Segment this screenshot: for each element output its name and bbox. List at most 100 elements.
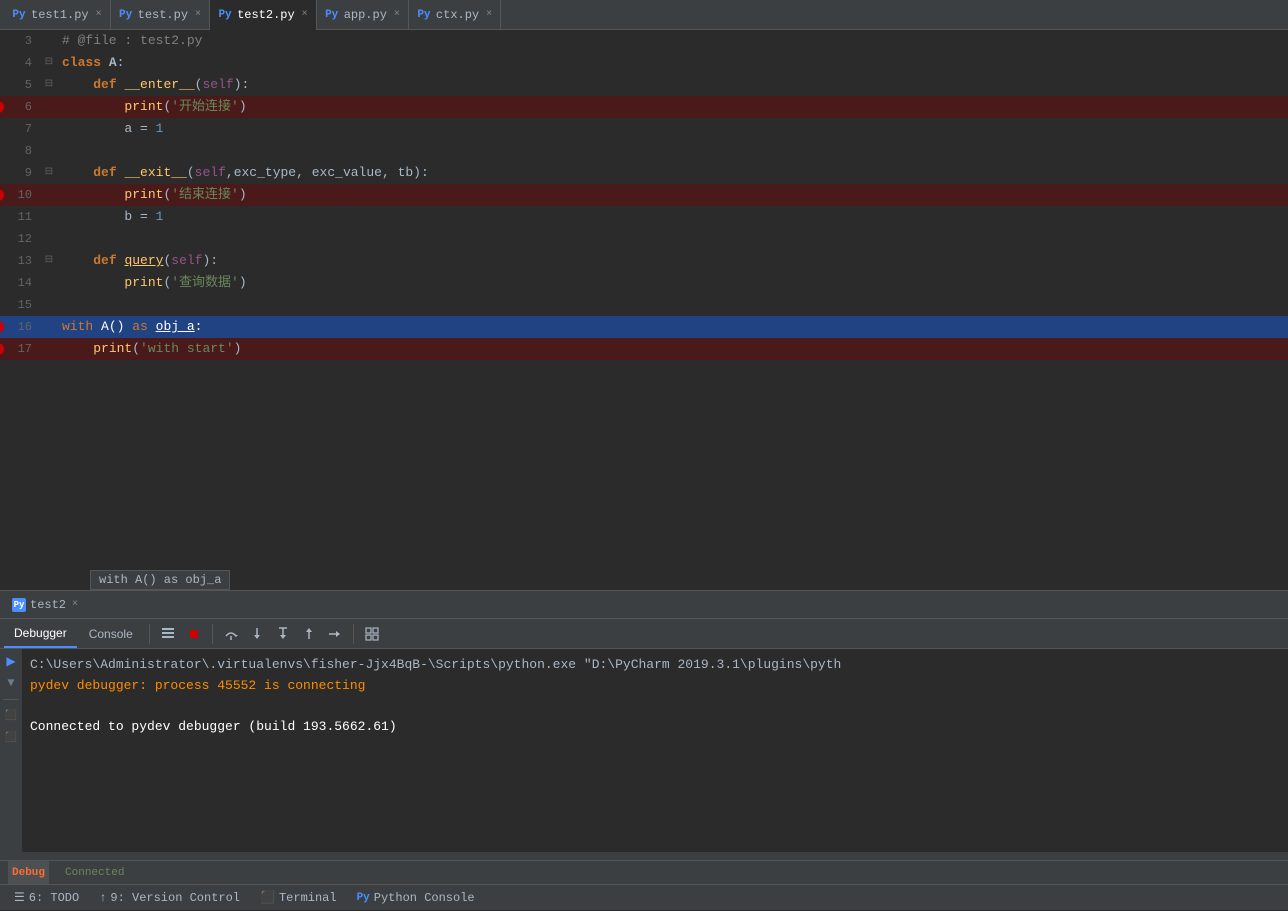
status-left: Debug Connected bbox=[8, 861, 128, 885]
tab-label: test.py bbox=[138, 8, 188, 22]
fold-gutter bbox=[40, 118, 58, 140]
stop-button[interactable] bbox=[182, 622, 206, 646]
line-number: 3 bbox=[0, 30, 40, 52]
terminal-tab[interactable]: ⬛ Terminal bbox=[250, 885, 347, 911]
line-code: def query(self): bbox=[58, 250, 1288, 272]
status-bar: Debug Connected bbox=[0, 860, 1288, 884]
terminal-icon: ⬛ bbox=[260, 890, 275, 905]
line-number: 11 bbox=[0, 206, 40, 228]
table-row: 14 print('查询数据') bbox=[0, 272, 1288, 294]
python-console-tab[interactable]: Py Python Console bbox=[347, 885, 485, 911]
resume-icon[interactable]: ▶ bbox=[3, 653, 19, 669]
table-row: 7 a = 1 bbox=[0, 118, 1288, 140]
line-number: 17 bbox=[0, 338, 40, 360]
debug-status[interactable]: Debug bbox=[8, 861, 49, 885]
table-row: 8 bbox=[0, 140, 1288, 162]
line-code: with A() as obj_a: bbox=[58, 316, 1288, 338]
line-code bbox=[58, 140, 1288, 162]
line-code bbox=[58, 228, 1288, 250]
console-line: pydev debugger: process 45552 is connect… bbox=[30, 676, 1280, 697]
table-row: 16 with A() as obj_a: bbox=[0, 316, 1288, 338]
sidebar-icon4[interactable]: ⬛ bbox=[3, 730, 19, 746]
evaluate-button[interactable] bbox=[360, 622, 384, 646]
terminal-label: Terminal bbox=[279, 891, 337, 905]
fold-gutter: ⊟ bbox=[40, 74, 58, 96]
horizontal-scrollbar[interactable] bbox=[0, 852, 1288, 860]
line-number: 14 bbox=[0, 272, 40, 294]
line-code: def __exit__(self,exc_type, exc_value, t… bbox=[58, 162, 1288, 184]
tab-close-icon[interactable]: × bbox=[486, 9, 492, 20]
table-row: 15 bbox=[0, 294, 1288, 316]
table-row bbox=[0, 360, 1288, 382]
toolbar-separator bbox=[149, 624, 150, 644]
console-line: C:\Users\Administrator\.virtualenvs\fish… bbox=[30, 655, 1280, 676]
toolbar-separator3 bbox=[353, 624, 354, 644]
line-number: 15 bbox=[0, 294, 40, 316]
tab-close-icon[interactable]: × bbox=[96, 9, 102, 20]
step-over-button[interactable] bbox=[219, 622, 243, 646]
sidebar-icon3[interactable]: ⬛ bbox=[3, 708, 19, 724]
console-line: Connected to pydev debugger (build 193.5… bbox=[30, 717, 1280, 738]
line-number: 10 bbox=[0, 184, 40, 206]
fold-gutter: ⊟ bbox=[40, 162, 58, 184]
step-into-my-button[interactable] bbox=[271, 622, 295, 646]
tab-close-icon[interactable]: × bbox=[302, 9, 308, 20]
py-icon: Py bbox=[218, 8, 232, 22]
fold-gutter bbox=[40, 96, 58, 118]
line-code: print('查询数据') bbox=[58, 272, 1288, 294]
tab-testpy[interactable]: Py test.py × bbox=[111, 0, 210, 30]
tab-label: test2.py bbox=[237, 8, 295, 22]
tab-ctxpy[interactable]: Py ctx.py × bbox=[409, 0, 501, 30]
bottom-tool-tabs: ☰ 6: TODO ↑ 9: Version Control ⬛ Termina… bbox=[0, 884, 1288, 910]
step-into-button[interactable] bbox=[245, 622, 269, 646]
line-code: def __enter__(self): bbox=[58, 74, 1288, 96]
version-control-tab[interactable]: ↑ 9: Version Control bbox=[89, 885, 250, 911]
console-tab-btn[interactable]: Console bbox=[79, 620, 143, 648]
code-content[interactable]: 3 # @file : test2.py 4 ⊟ class A: 5 bbox=[0, 30, 1288, 590]
tab-test2py[interactable]: Py test2.py × bbox=[210, 0, 317, 30]
line-code: print('开始连接') bbox=[58, 96, 1288, 118]
py-icon: Py bbox=[12, 8, 26, 22]
code-table: 3 # @file : test2.py 4 ⊟ class A: 5 bbox=[0, 30, 1288, 382]
table-row: 3 # @file : test2.py bbox=[0, 30, 1288, 52]
line-number: 4 bbox=[0, 52, 40, 74]
fold-gutter bbox=[40, 294, 58, 316]
tab-label: app.py bbox=[344, 8, 387, 22]
rerun-button[interactable] bbox=[156, 622, 180, 646]
tab-apppy[interactable]: Py app.py × bbox=[317, 0, 409, 30]
todo-tab[interactable]: ☰ 6: TODO bbox=[4, 885, 89, 911]
tab-close-icon[interactable]: × bbox=[394, 9, 400, 20]
debugger-tab-btn[interactable]: Debugger bbox=[4, 620, 77, 648]
sidebar-divider bbox=[3, 699, 19, 700]
debug-content: ▶ ▼ ⬛ ⬛ C:\Users\Administrator\.virtuale… bbox=[0, 649, 1288, 852]
line-number: 7 bbox=[0, 118, 40, 140]
fold-gutter bbox=[40, 338, 58, 360]
table-row: 11 b = 1 bbox=[0, 206, 1288, 228]
todo-label: 6: TODO bbox=[29, 891, 79, 905]
line-number: 16 bbox=[0, 316, 40, 338]
todo-icon: ☰ bbox=[14, 890, 25, 905]
tab-label: ctx.py bbox=[436, 8, 479, 22]
breakpoint-dot bbox=[0, 321, 4, 333]
fold-gutter: ⊟ bbox=[40, 250, 58, 272]
fold-gutter bbox=[40, 140, 58, 162]
connected-status[interactable]: Connected bbox=[61, 861, 128, 885]
session-tab-close[interactable]: × bbox=[72, 599, 78, 610]
fold-gutter bbox=[40, 360, 58, 382]
expression-hint: with A() as obj_a bbox=[90, 570, 230, 590]
step-out-button[interactable] bbox=[297, 622, 321, 646]
tab-test1py[interactable]: Py test1.py × bbox=[4, 0, 111, 30]
run-to-cursor-button[interactable] bbox=[323, 622, 347, 646]
pause-icon[interactable]: ▼ bbox=[3, 675, 19, 691]
debug-session-tab[interactable]: Py test2 × bbox=[4, 591, 86, 619]
fold-gutter bbox=[40, 316, 58, 338]
line-number: 12 bbox=[0, 228, 40, 250]
line-number: 13 bbox=[0, 250, 40, 272]
vc-label: 9: Version Control bbox=[110, 891, 240, 905]
fold-gutter: ⊟ bbox=[40, 52, 58, 74]
tab-close-icon[interactable]: × bbox=[195, 9, 201, 20]
line-number: 5 bbox=[0, 74, 40, 96]
debug-panel: Py test2 × Debugger Console bbox=[0, 590, 1288, 860]
editor-area: 3 # @file : test2.py 4 ⊟ class A: 5 bbox=[0, 30, 1288, 590]
py-icon: Py bbox=[325, 8, 339, 22]
